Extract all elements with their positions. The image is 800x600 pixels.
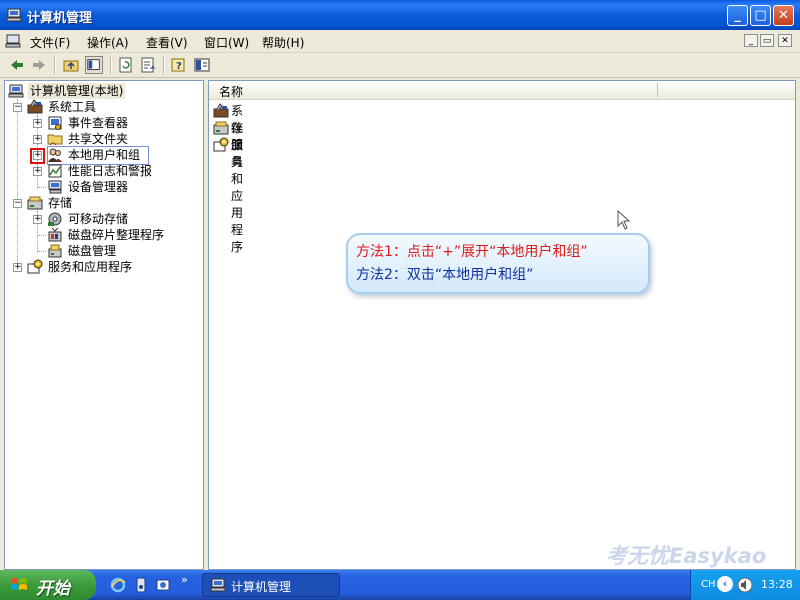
toolbar-separator [110, 56, 112, 74]
taskbar-button-computer-management[interactable]: 计算机管理 [202, 573, 340, 597]
device-manager-icon [48, 180, 62, 194]
show-hide-tree-icon[interactable] [85, 56, 103, 74]
tree-label: 系统工具 [48, 100, 97, 114]
column-separator[interactable] [657, 83, 658, 97]
tree-label: 事件查看器 [68, 116, 129, 130]
removable-storage-icon [48, 212, 62, 226]
tree-line [17, 99, 18, 269]
console-tree-pane[interactable]: 计算机管理(本地) − 系统工具 + 事件查看器 + 共享文件夹 + 本地用户和… [4, 80, 204, 570]
taskbar-button-label: 计算机管理 [231, 580, 292, 594]
computer-management-icon [6, 8, 22, 22]
toolbar: ? [0, 53, 800, 78]
toolbox-icon [213, 103, 229, 118]
performance-icon [48, 164, 62, 178]
users-icon [48, 148, 62, 162]
tree-label: 磁盘管理 [68, 244, 117, 258]
storage-icon [27, 196, 43, 210]
media-player-icon[interactable] [133, 577, 149, 593]
defrag-icon [48, 227, 62, 242]
column-header[interactable]: 名称 [209, 81, 795, 100]
close-button[interactable]: ✕ [773, 5, 794, 26]
disk-management-icon [48, 244, 62, 258]
maximize-button[interactable]: □ [750, 5, 771, 26]
expand-shared-folders-button[interactable]: + [33, 135, 42, 144]
tree-label: 磁盘碎片整理程序 [68, 228, 165, 242]
system-tray: CH ‹ 13:28 [690, 570, 800, 600]
expand-event-viewer-button[interactable]: + [33, 119, 42, 128]
console-icon[interactable] [5, 33, 21, 49]
start-label: 开始 [36, 579, 70, 599]
language-indicator[interactable]: CH [701, 579, 716, 590]
tree-label: 可移动存储 [68, 212, 129, 226]
callout-method-1: 方法1：点击“+”展开“本地用户和组” [356, 244, 588, 260]
collapse-system-tools-button[interactable]: − [13, 103, 22, 112]
collapse-storage-button[interactable]: − [13, 199, 22, 208]
windows-logo-icon [11, 578, 27, 590]
menu-window[interactable]: 窗口(W) [204, 34, 249, 51]
watermark: 考无忧Easykao [606, 544, 767, 568]
mdi-minimize-button[interactable]: _ [744, 34, 758, 47]
start-button[interactable]: 开始 [0, 570, 96, 600]
tree-label: 共享文件夹 [68, 132, 129, 146]
up-folder-icon[interactable] [62, 56, 80, 74]
instruction-callout: 方法1：点击“+”展开“本地用户和组” 方法2：双击“本地用户和组” [346, 233, 650, 294]
mdi-close-button[interactable]: ✕ [778, 34, 792, 47]
services-icon [27, 259, 43, 274]
menu-view[interactable]: 查看(V) [146, 34, 188, 51]
export-list-icon[interactable] [139, 56, 157, 74]
tree-label: 性能日志和警报 [68, 164, 153, 178]
tree-root-label: 计算机管理(本地) [28, 83, 126, 99]
storage-icon [213, 121, 229, 135]
expand-performance-logs-button[interactable]: + [33, 167, 42, 176]
shared-folder-icon [47, 134, 63, 146]
tree-label: 本地用户和组 [68, 148, 141, 162]
mouse-pointer-icon [617, 210, 631, 230]
menu-file[interactable]: 文件(F) [30, 34, 70, 51]
refresh-icon[interactable] [117, 56, 135, 74]
expand-local-users-button[interactable]: + [33, 151, 42, 160]
tree-line [38, 187, 46, 188]
quick-launch-more-button[interactable]: » [181, 573, 188, 586]
menu-help[interactable]: 帮助(H) [262, 34, 304, 51]
clock[interactable]: 13:28 [761, 578, 793, 591]
tree-line [38, 235, 46, 236]
expand-services-button[interactable]: + [13, 263, 22, 272]
callout-method-2: 方法2：双击“本地用户和组” [356, 267, 534, 283]
column-name-header[interactable]: 名称 [219, 83, 243, 100]
svg-text:?: ? [176, 61, 182, 72]
expand-removable-storage-button[interactable]: + [33, 215, 42, 224]
taskbar: 开始 » 计算机管理 CH ‹ 13:28 [0, 570, 800, 600]
forward-arrow-icon[interactable] [30, 56, 48, 74]
show-desktop-icon[interactable] [155, 577, 171, 593]
properties-icon[interactable] [193, 56, 211, 74]
computer-icon [8, 84, 24, 98]
menu-action[interactable]: 操作(A) [87, 34, 129, 51]
computer-management-icon [210, 578, 226, 592]
mdi-restore-button[interactable]: ▭ [760, 34, 774, 47]
menu-bar: 文件(F) 操作(A) 查看(V) 窗口(W) 帮助(H) _ ▭ ✕ [0, 30, 800, 53]
toolbar-separator [54, 56, 56, 74]
event-viewer-icon [48, 116, 62, 130]
list-item-label: 服务和应用程序 [231, 138, 244, 254]
tree-label: 服务和应用程序 [48, 260, 133, 274]
toolbox-icon [27, 99, 43, 114]
minimize-button[interactable]: _ [727, 5, 748, 26]
help-icon[interactable]: ? [170, 56, 188, 74]
result-list-pane[interactable]: 名称 系统工具 存储 服务和应用程序 [208, 80, 796, 570]
tree-label: 设备管理器 [68, 180, 129, 194]
services-icon [213, 137, 229, 152]
window-title: 计算机管理 [27, 11, 93, 26]
collapse-tray-icon[interactable]: ‹ [717, 576, 733, 592]
tree-line [38, 251, 46, 252]
title-bar[interactable]: 计算机管理 _ □ ✕ [0, 0, 800, 30]
back-arrow-icon[interactable] [8, 56, 26, 74]
tree-label: 存储 [48, 196, 73, 210]
internet-explorer-icon[interactable] [110, 577, 126, 593]
toolbar-separator [163, 56, 165, 74]
volume-icon[interactable] [737, 577, 753, 593]
